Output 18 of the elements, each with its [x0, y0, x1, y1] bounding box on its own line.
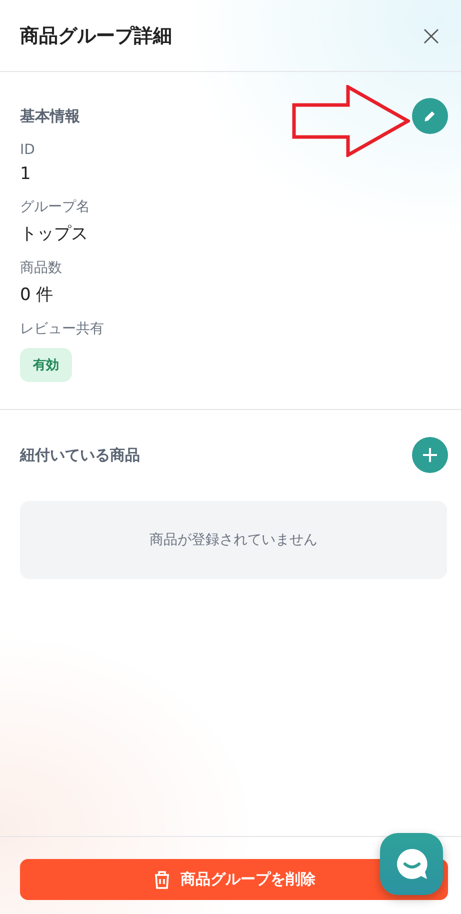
section-heading: 紐付いている商品 [20, 446, 140, 464]
field-label: グループ名 [20, 198, 90, 216]
plus-icon [421, 446, 439, 464]
add-button[interactable] [412, 437, 448, 473]
field-value: トップス [20, 223, 88, 245]
section-heading: 基本情報 [20, 106, 80, 126]
empty-state: 商品が登録されていません [20, 501, 447, 579]
field-value: 1 [20, 164, 31, 184]
field-label: レビュー共有 [20, 320, 104, 338]
field-value: 0 件 [20, 284, 54, 306]
chat-button[interactable] [380, 833, 443, 895]
close-button[interactable]: × [414, 20, 449, 52]
field-label: ID [20, 142, 35, 158]
field-label: 商品数 [20, 259, 62, 277]
panel-title: 商品グループ詳細 [20, 24, 172, 48]
edit-button[interactable] [412, 98, 448, 134]
status-tag: 有効 [20, 348, 72, 382]
trash-icon [152, 870, 170, 890]
